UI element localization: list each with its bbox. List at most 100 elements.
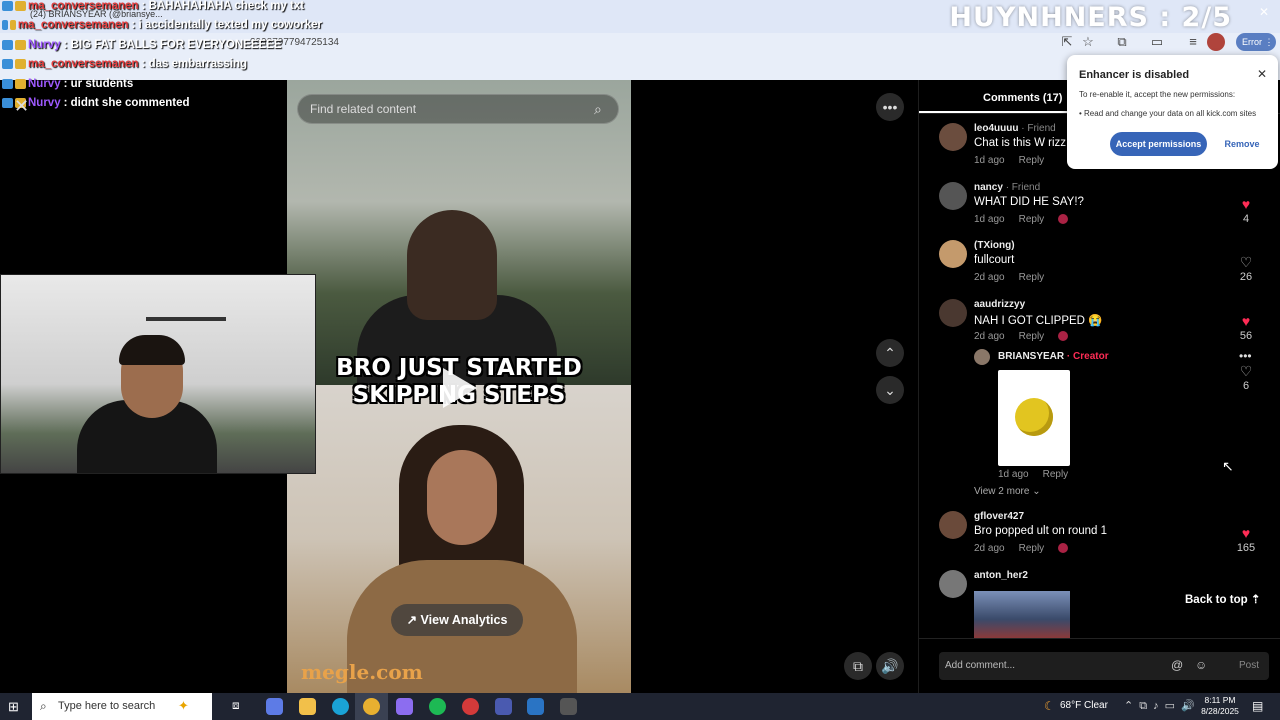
search-highlight-icon: ✦ (178, 698, 189, 713)
heart-filled-icon[interactable]: ♥ (1239, 196, 1253, 212)
video-player[interactable]: BRO JUST STARTED SKIPPING STEPS Find rel… (287, 80, 631, 693)
add-comment-input[interactable]: Add comment... @ ☺ (939, 652, 1269, 680)
chat-message-text: ur students (70, 77, 134, 90)
like-count: 165 (1236, 542, 1256, 554)
chat-line: Nurvy: BIG FAT BALLS FOR EVERYONEEEEE (2, 35, 322, 55)
app-icon[interactable] (495, 698, 512, 715)
next-video-icon[interactable]: ⌄ (876, 376, 904, 404)
avatar[interactable] (939, 182, 967, 210)
chat-line: Nurvy: ur students (2, 74, 322, 94)
reply-button[interactable]: Reply (1019, 272, 1045, 283)
comment-username: anton_her2 (974, 570, 1028, 581)
search-icon[interactable]: ⌕ (594, 101, 602, 118)
close-icon[interactable]: ✕ (1257, 67, 1267, 81)
close-window-icon[interactable]: ✕ (1259, 5, 1269, 19)
mention-icon[interactable]: @ (1171, 658, 1183, 672)
heart-filled-icon[interactable]: ♥ (1239, 313, 1253, 329)
mouse-cursor-icon: ↖ (1222, 458, 1234, 474)
reply-button[interactable]: Reply (1019, 543, 1045, 554)
tab-comments[interactable]: Comments (17) (983, 92, 1062, 104)
avatar[interactable] (939, 240, 967, 268)
avatar[interactable] (939, 123, 967, 151)
reply-button[interactable]: Reply (1019, 214, 1045, 225)
heart-outline-icon[interactable]: ♡ (1239, 254, 1253, 271)
play-icon[interactable] (443, 368, 477, 408)
windows-start-icon[interactable]: ⊞ (8, 699, 19, 715)
chat-overlay: ma_conversemanen: BAHAHAHAHA check my tx… (2, 0, 322, 113)
comment-tag: · Friend (1021, 123, 1056, 134)
chat-user: Nurvy (28, 97, 61, 110)
comment-username: aaudrizzyy (974, 299, 1026, 310)
accept-permissions-button[interactable]: Accept permissions (1110, 132, 1207, 156)
install-app-icon[interactable]: ⇱ (1058, 33, 1076, 51)
obs-icon[interactable] (462, 698, 479, 715)
heart-filled-icon[interactable]: ♥ (1239, 525, 1253, 541)
extensions-icon[interactable]: ⧉ (1113, 33, 1131, 51)
reply-meta: 1d ago Reply (998, 469, 1082, 480)
steam-icon[interactable] (527, 698, 544, 715)
comment-user[interactable]: (TXiong) (974, 240, 1015, 251)
error-pill[interactable]: Error ⋮ (1236, 33, 1276, 51)
weather-moon-icon: ☾ (1044, 699, 1055, 713)
back-to-top-button[interactable]: Back to top ⇡ (1185, 592, 1260, 606)
popup-permission: • Read and change your data on all kick.… (1079, 109, 1257, 118)
badge-icon (15, 39, 26, 50)
comment-user[interactable]: anton_her2 (974, 570, 1028, 581)
badge-icon (2, 20, 8, 31)
previous-video-icon[interactable]: ⌃ (876, 339, 904, 367)
remove-button[interactable]: Remove (1217, 132, 1267, 156)
reply-button[interactable]: Reply (1019, 155, 1045, 166)
avatar[interactable] (939, 511, 967, 539)
task-view-icon[interactable]: ⧈ (232, 698, 240, 713)
comment-user[interactable]: aaudrizzyy (974, 299, 1025, 310)
comment-user[interactable]: nancy · Friend (974, 182, 1040, 193)
avatar[interactable] (939, 299, 967, 327)
copilot-icon[interactable] (266, 698, 283, 715)
file-explorer-icon[interactable] (299, 698, 316, 715)
comment-user[interactable]: gflover427 (974, 511, 1024, 522)
avatar[interactable] (939, 570, 967, 598)
more-options-icon[interactable]: ••• (876, 93, 904, 121)
emoji-icon[interactable]: ☺ (1195, 658, 1207, 672)
bookmark-star-icon[interactable]: ☆ (1079, 33, 1097, 51)
related-search-input[interactable]: Find related content ⌕ (297, 94, 619, 124)
avatar[interactable] (974, 349, 990, 365)
comment-user[interactable]: leo4uuuu · Friend (974, 123, 1056, 134)
app-icon[interactable] (560, 698, 577, 715)
cast-icon[interactable]: ▭ (1148, 33, 1166, 51)
edge-icon[interactable] (332, 698, 349, 715)
discord-icon[interactable] (396, 698, 413, 715)
chat-message-text: BAHAHAHAHA check my txt (148, 0, 305, 12)
badge-icon (2, 98, 13, 109)
creator-tag: · Creator (1066, 351, 1109, 362)
reply-user[interactable]: BRIANSYEAR · Creator (998, 351, 1109, 362)
chat-message-text: das embarrassing (148, 58, 248, 71)
view-analytics-button[interactable]: ↗ View Analytics (391, 604, 523, 636)
heart-outline-icon[interactable]: ♡ (1239, 363, 1253, 380)
reply-button[interactable]: Reply (1043, 469, 1069, 480)
video-person-head (407, 210, 497, 320)
clock[interactable]: 8:11 PM 8/28/2025 (1200, 695, 1240, 717)
chrome-icon[interactable] (363, 698, 380, 715)
taskbar-search-placeholder: Type here to search (58, 700, 156, 712)
creator-liked-icon (1058, 543, 1069, 554)
creator-liked-icon (1058, 214, 1069, 225)
chat-message: : BAHAHAHAHA check my txt (141, 0, 305, 12)
volume-icon[interactable]: 🔊 (876, 652, 904, 680)
notifications-icon[interactable]: ▤ (1252, 699, 1263, 713)
post-button[interactable]: Post (1239, 660, 1259, 671)
media-controls-icon[interactable]: ≡ (1184, 33, 1202, 51)
profile-avatar[interactable] (1207, 33, 1225, 51)
comment-username: (TXiong) (974, 240, 1015, 251)
picture-in-picture-icon[interactable]: ⧉ (844, 652, 872, 680)
more-icon[interactable]: ••• (1239, 349, 1252, 363)
spotify-icon[interactable] (429, 698, 446, 715)
comment-image[interactable] (974, 591, 1070, 638)
view-more-replies-button[interactable]: View 2 more ⌄ (974, 486, 1041, 497)
close-icon[interactable]: ✕ (14, 96, 29, 117)
badge-icon (15, 59, 26, 70)
comment-meta: 2d ago Reply (974, 543, 1082, 554)
system-tray-icons[interactable]: ⌃⧉♪▭🔊 (1124, 699, 1201, 713)
weather-text[interactable]: 68°F Clear (1060, 700, 1108, 711)
reply-button[interactable]: Reply (1019, 331, 1045, 342)
